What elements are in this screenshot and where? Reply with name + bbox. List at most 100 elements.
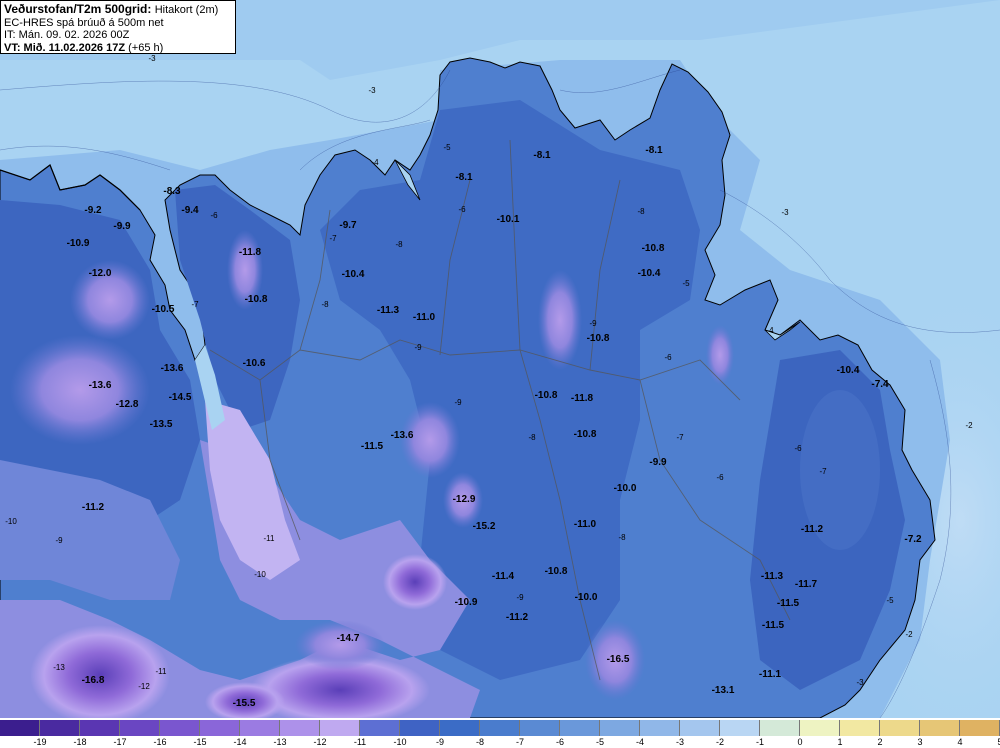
- temperature-label: -13.6: [89, 380, 112, 391]
- temperature-label: -10.0: [575, 592, 598, 603]
- contour-label: -8: [321, 300, 329, 309]
- temperature-label: -16.8: [82, 675, 105, 686]
- contour-label: -2: [965, 421, 973, 430]
- temperature-label: -11.2: [82, 502, 105, 513]
- legend-cell: [800, 720, 840, 736]
- temperature-map: -3 -3 -3 -2 -2 -4 -4 -5 -6 -7 -8 -8 -9 -9 -8 -7 -6 -8 -9 -1…: [0, 0, 1000, 718]
- legend-ticks: -19 -18 -17 -16 -15 -14 -13 -12 -11 -10 -9 -8 -7 -6 -5…: [0, 737, 1000, 748]
- legend-tick: -18: [73, 737, 87, 747]
- legend-cell: [520, 720, 560, 736]
- temperature-label: -13.5: [150, 419, 173, 430]
- temperature-label: -10.9: [455, 597, 478, 608]
- temperature-label: -16.5: [607, 654, 630, 665]
- temperature-label: -9.4: [181, 205, 199, 216]
- contour-label: -5: [682, 279, 690, 288]
- contour-label: -7: [676, 433, 684, 442]
- temperature-label: -10.8: [245, 294, 268, 305]
- temperature-label: -10.9: [67, 238, 90, 249]
- temperature-label: -13.6: [161, 363, 184, 374]
- legend-cell: [240, 720, 280, 736]
- contour-label: -6: [794, 444, 802, 453]
- temperature-label: -8.3: [163, 186, 181, 197]
- legend-cell: [360, 720, 400, 736]
- temperature-label: -15.2: [473, 521, 496, 532]
- temperature-label: -10.8: [535, 390, 558, 401]
- map-info-box: Veðurstofan/T2m 500grid: Hitakort (2m) E…: [0, 0, 236, 54]
- map-title: Veðurstofan/T2m 500grid:: [4, 2, 152, 16]
- legend-cell: [320, 720, 360, 736]
- contour-label: -3: [148, 54, 156, 63]
- init-time: IT: Mán. 09. 02. 2026 00Z: [4, 29, 130, 41]
- legend-cell: [640, 720, 680, 736]
- temperature-label: -7.2: [904, 534, 922, 545]
- contour-label: -8: [528, 433, 536, 442]
- temperature-label: -8.1: [533, 150, 551, 161]
- temperature-label: -14.5: [169, 392, 192, 403]
- temperature-label: -8.1: [645, 145, 663, 156]
- legend-cell: [840, 720, 880, 736]
- contour-label: -13: [53, 663, 65, 672]
- legend-cell: [480, 720, 520, 736]
- valid-time: VT: Mið. 11.02.2026 17Z: [4, 41, 126, 54]
- contour-label: -6: [210, 211, 218, 220]
- temperature-label: -11.0: [574, 519, 597, 530]
- temperature-label: -11.8: [571, 393, 594, 404]
- legend-cell: [80, 720, 120, 736]
- map-title-sub: Hitakort (2m): [154, 4, 219, 16]
- temperature-label: -10.8: [574, 429, 597, 440]
- contour-label: -9: [454, 398, 462, 407]
- contour-label: -10: [254, 570, 266, 579]
- legend-cell: [880, 720, 920, 736]
- temperature-label: -11.5: [762, 620, 785, 631]
- legend-tick: -3: [675, 737, 685, 747]
- temperature-label: -10.8: [587, 333, 610, 344]
- contour-label: -8: [618, 533, 626, 542]
- cold-spot-s4: [383, 554, 447, 610]
- legend-cell: [40, 720, 80, 736]
- temperature-label: -9.9: [649, 457, 667, 468]
- temperature-label: -10.4: [342, 269, 365, 280]
- contour-label: -3: [856, 678, 864, 687]
- legend-tick: -4: [635, 737, 645, 747]
- contour-label: -4: [371, 158, 379, 167]
- temperature-label: -9.7: [339, 220, 357, 231]
- lead-time: (+65 h): [128, 41, 164, 54]
- temperature-label: -10.4: [638, 268, 661, 279]
- temperature-label: -12.0: [89, 268, 112, 279]
- contour-label: -6: [458, 205, 466, 214]
- temperature-label: -11.5: [361, 441, 384, 452]
- cold-spot-s3: [295, 620, 385, 670]
- contour-label: -7: [191, 300, 199, 309]
- temperature-label: -10.4: [837, 365, 860, 376]
- legend-tick: -12: [313, 737, 327, 747]
- contour-label: -9: [414, 343, 422, 352]
- temperature-label: -11.7: [795, 579, 818, 590]
- legend-tick: -19: [33, 737, 47, 747]
- legend-cell: [920, 720, 960, 736]
- temperature-label: -10.8: [545, 566, 568, 577]
- temperature-label: -13.6: [391, 430, 414, 441]
- map-title-line: Veðurstofan/T2m 500grid: Hitakort (2m): [4, 3, 232, 17]
- temperature-label: -10.1: [497, 214, 520, 225]
- legend-cell: [440, 720, 480, 736]
- contour-label: -6: [664, 353, 672, 362]
- temperature-label: -13.1: [712, 685, 735, 696]
- legend-tick: 3: [917, 737, 923, 747]
- temperature-label: -10.8: [642, 243, 665, 254]
- legend-tick: 4: [957, 737, 963, 747]
- legend-tick: -10: [393, 737, 407, 747]
- contour-label: -8: [395, 240, 403, 249]
- contour-label: -5: [443, 143, 451, 152]
- contour-label: -12: [138, 682, 150, 691]
- legend-tick: -13: [273, 737, 287, 747]
- legend-cell: [120, 720, 160, 736]
- contour-label: -9: [589, 319, 597, 328]
- legend-tick: -5: [595, 737, 605, 747]
- temperature-label: -11.3: [377, 305, 400, 316]
- temperature-label: -9.2: [84, 205, 102, 216]
- cold-spot-glacier3: [538, 270, 582, 370]
- legend-tick: -17: [113, 737, 127, 747]
- legend-cell: [160, 720, 200, 736]
- legend-tick: -9: [435, 737, 445, 747]
- legend-cell: [760, 720, 800, 736]
